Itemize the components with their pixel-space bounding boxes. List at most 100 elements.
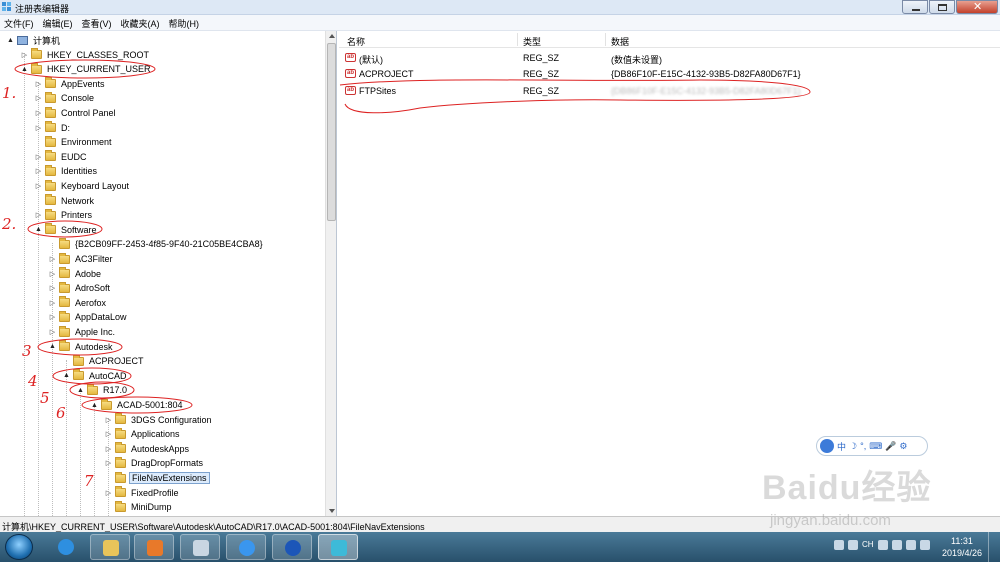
collapse-arrow-icon[interactable]: ▲: [48, 343, 57, 350]
keyboard-icon[interactable]: ⌨: [869, 441, 882, 452]
taskbar-app[interactable]: [226, 534, 266, 560]
menu-help[interactable]: 帮助(H): [165, 15, 205, 30]
minimize-button[interactable]: [902, 0, 928, 14]
expand-arrow-icon[interactable]: ▷: [48, 255, 57, 263]
tree-node[interactable]: ▷ Adobe: [48, 267, 103, 281]
registry-tree[interactable]: ▲ 计算机 ▷ HKEY_CLASSES_ROOT ▲ HKEY_CURRENT_USER…: [0, 31, 337, 516]
tree-node[interactable]: {B2CB09FF-2453-4f85-9F40-21C05BE4CBA8}: [48, 237, 265, 251]
volume-icon[interactable]: [920, 540, 930, 550]
tree-node[interactable]: ▷ DragDropFormats: [104, 456, 205, 470]
expand-arrow-icon[interactable]: ▷: [104, 416, 113, 424]
column-type[interactable]: 类型: [523, 35, 541, 48]
taskbar-app[interactable]: [90, 534, 130, 560]
expand-arrow-icon[interactable]: ▷: [34, 167, 43, 175]
tree-node[interactable]: ▲ 计算机: [6, 33, 62, 47]
tree-node[interactable]: ▷ D:: [34, 121, 72, 135]
menu-file[interactable]: 文件(F): [0, 15, 39, 30]
expand-arrow-icon[interactable]: ▷: [34, 94, 43, 102]
ime-toolbar[interactable]: 中 ☽ °, ⌨ 🎤 ⚙: [816, 436, 928, 456]
tree-node[interactable]: ▲ ACAD-5001:804: [90, 398, 185, 412]
expand-arrow-icon[interactable]: ▷: [48, 284, 57, 292]
maximize-button[interactable]: [929, 0, 955, 14]
punctuation-icon[interactable]: °,: [860, 441, 866, 451]
column-name[interactable]: 名称: [347, 35, 365, 48]
tree-node[interactable]: ▷ AC3Filter: [48, 252, 115, 266]
tree-node[interactable]: ▷ Console: [34, 91, 96, 105]
close-button[interactable]: ✕: [956, 0, 998, 14]
expand-arrow-icon[interactable]: ▷: [34, 124, 43, 132]
tree-node[interactable]: ACPROJECT: [62, 354, 146, 368]
tree-node[interactable]: Network: [34, 194, 96, 208]
expand-arrow-icon[interactable]: ▷: [34, 109, 43, 117]
ime-icon[interactable]: [878, 540, 888, 550]
tree-node[interactable]: ▷ EUDC: [34, 150, 89, 164]
taskbar-app[interactable]: [180, 534, 220, 560]
scroll-thumb[interactable]: [327, 43, 336, 221]
moon-icon[interactable]: ☽: [849, 441, 857, 452]
expand-arrow-icon[interactable]: ▷: [34, 211, 43, 219]
taskbar-app[interactable]: [318, 534, 358, 560]
tree-node[interactable]: ▷ Keyboard Layout: [34, 179, 131, 193]
menu-edit[interactable]: 编辑(E): [39, 15, 78, 30]
expand-arrow-icon[interactable]: ▷: [104, 445, 113, 453]
column-data[interactable]: 数据: [611, 35, 629, 48]
tree-node[interactable]: ▷ Printers: [34, 208, 94, 222]
collapse-arrow-icon[interactable]: ▲: [90, 402, 99, 409]
taskbar-app[interactable]: [134, 534, 174, 560]
expand-arrow-icon[interactable]: ▷: [20, 51, 29, 59]
scroll-up-icon[interactable]: [329, 34, 335, 38]
expand-arrow-icon[interactable]: ▷: [34, 153, 43, 161]
expand-arrow-icon[interactable]: ▷: [104, 489, 113, 497]
expand-arrow-icon[interactable]: ▷: [48, 270, 57, 278]
collapse-arrow-icon[interactable]: ▲: [62, 372, 71, 379]
column-separator[interactable]: [605, 33, 606, 46]
tree-scrollbar[interactable]: [325, 31, 336, 516]
expand-arrow-icon[interactable]: ▷: [34, 80, 43, 88]
settings-icon[interactable]: ⚙: [899, 441, 907, 452]
tree-node[interactable]: ▲ HKEY_CURRENT_USER: [20, 62, 153, 76]
tree-node[interactable]: ▲ Software: [34, 223, 99, 237]
tree-node[interactable]: ▷ AppEvents: [34, 77, 107, 91]
start-button[interactable]: [5, 534, 33, 560]
tree-node[interactable]: ▷ AppDataLow: [48, 310, 129, 324]
network-icon[interactable]: [906, 540, 916, 550]
show-desktop-button[interactable]: [988, 532, 1000, 562]
tree-node[interactable]: ▷ AdroSoft: [48, 281, 112, 295]
expand-arrow-icon[interactable]: ▷: [34, 182, 43, 190]
collapse-arrow-icon[interactable]: ▲: [6, 37, 15, 44]
tree-node[interactable]: ▲ R17.0: [76, 383, 129, 397]
tree-node[interactable]: ▷ Aerofox: [48, 296, 108, 310]
expand-arrow-icon[interactable]: ▷: [48, 313, 57, 321]
flag-icon[interactable]: [892, 540, 902, 550]
tree-node[interactable]: ▷ Control Panel: [34, 106, 118, 120]
collapse-arrow-icon[interactable]: ▲: [20, 66, 29, 73]
tree-node[interactable]: ▷ Applications: [104, 427, 182, 441]
tree-node[interactable]: ▲ AutoCAD: [62, 369, 129, 383]
expand-arrow-icon[interactable]: ▷: [104, 459, 113, 467]
clock[interactable]: 11:31 2019/4/26: [942, 535, 982, 559]
tree-node[interactable]: Environment: [34, 135, 114, 149]
list-row[interactable]: ab FTPSites REG_SZ {DB86F10F-E15C-4132-9…: [339, 83, 1000, 99]
collapse-arrow-icon[interactable]: ▲: [34, 226, 43, 233]
tree-node[interactable]: FileNavExtensions: [104, 471, 210, 485]
column-separator[interactable]: [517, 33, 518, 46]
tree-node[interactable]: ▷ AutodeskApps: [104, 442, 191, 456]
taskbar-app[interactable]: [46, 534, 86, 560]
menu-view[interactable]: 查看(V): [78, 15, 117, 30]
expand-arrow-icon[interactable]: ▷: [48, 328, 57, 336]
expand-arrow-icon[interactable]: ▷: [104, 430, 113, 438]
list-row[interactable]: ab ACPROJECT REG_SZ {DB86F10F-E15C-4132-…: [339, 66, 1000, 82]
taskbar-app[interactable]: [272, 534, 312, 560]
scroll-down-icon[interactable]: [329, 509, 335, 513]
microphone-icon[interactable]: 🎤: [885, 441, 896, 452]
tree-node[interactable]: ▷ 3DGS Configuration: [104, 413, 214, 427]
menu-favorites[interactable]: 收藏夹(A): [117, 15, 165, 30]
tree-node[interactable]: ▲ Autodesk: [48, 340, 115, 354]
expand-arrow-icon[interactable]: ▷: [48, 299, 57, 307]
tray-icon[interactable]: [834, 540, 844, 550]
language-indicator[interactable]: CH: [862, 540, 874, 550]
tree-node[interactable]: ▷ FixedProfile: [104, 486, 181, 500]
tree-node[interactable]: ▷ HKEY_CLASSES_ROOT: [20, 48, 151, 62]
collapse-arrow-icon[interactable]: ▲: [76, 387, 85, 394]
list-row[interactable]: ab (默认) REG_SZ (数值未设置): [339, 50, 1000, 66]
